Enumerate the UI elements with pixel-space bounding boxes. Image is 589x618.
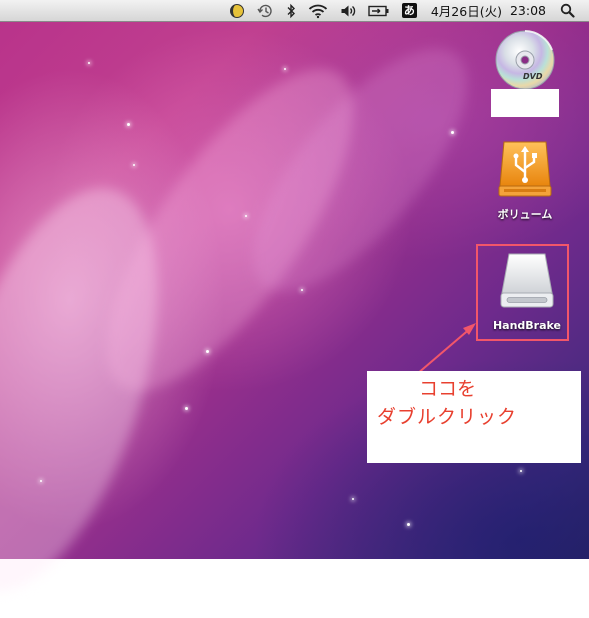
dvd-disc-icon: DVD bbox=[495, 30, 555, 90]
star bbox=[284, 68, 286, 70]
menubar-clock[interactable]: 4月26日(火) 23:08 bbox=[431, 0, 546, 22]
highlight-frame bbox=[476, 244, 569, 341]
time-machine-icon[interactable] bbox=[257, 0, 274, 22]
star bbox=[352, 498, 354, 500]
bluetooth-icon[interactable] bbox=[286, 0, 296, 22]
star bbox=[407, 523, 410, 526]
star bbox=[520, 470, 522, 472]
star bbox=[40, 480, 42, 482]
menubar-date: 4月26日(火) bbox=[430, 4, 502, 19]
callout-line-2: ダブルクリック bbox=[377, 406, 518, 428]
usb-volume-desktop-icon[interactable]: ボリューム bbox=[485, 138, 565, 222]
dvd-desktop-icon[interactable]: DVD bbox=[485, 28, 565, 92]
star bbox=[133, 164, 135, 166]
usb-drive-icon bbox=[498, 141, 552, 197]
star bbox=[206, 350, 209, 353]
spotlight-icon[interactable] bbox=[560, 0, 575, 22]
svg-text:DVD: DVD bbox=[523, 72, 543, 81]
star bbox=[88, 62, 90, 64]
callout-line-1: ココを bbox=[419, 378, 477, 400]
star bbox=[245, 215, 247, 217]
usb-volume-label: ボリューム bbox=[497, 208, 553, 221]
dvd-label bbox=[491, 89, 559, 117]
star bbox=[451, 131, 454, 134]
moon-icon[interactable] bbox=[229, 0, 245, 22]
instruction-callout: ココを ダブルクリック bbox=[367, 371, 581, 463]
input-method-icon[interactable]: あ bbox=[401, 0, 417, 22]
star bbox=[301, 289, 303, 291]
light-streak bbox=[217, 16, 503, 324]
menubar-time: 23:08 bbox=[509, 3, 546, 18]
light-streak bbox=[63, 34, 397, 426]
volume-icon[interactable] bbox=[340, 0, 356, 22]
battery-icon[interactable] bbox=[368, 0, 390, 22]
star bbox=[185, 407, 188, 410]
light-streak bbox=[0, 162, 201, 618]
star bbox=[127, 123, 130, 126]
menu-bar: あ 4月26日(火) 23:08 bbox=[0, 0, 589, 22]
wifi-icon[interactable] bbox=[308, 0, 328, 22]
input-method-label: あ bbox=[401, 3, 417, 18]
